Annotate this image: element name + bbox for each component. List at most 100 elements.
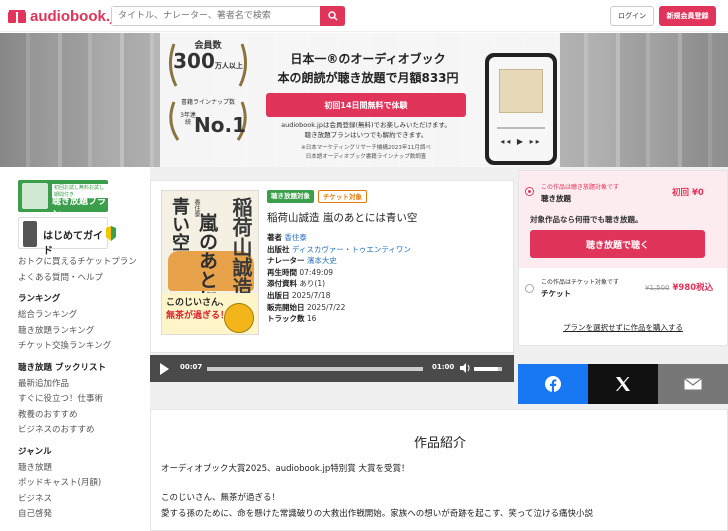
phone-album-art	[499, 69, 543, 113]
share-mail-button[interactable]	[658, 364, 728, 404]
search-icon	[327, 11, 338, 21]
sidebar-heading-booklist: 聴き放題 ブックリスト	[18, 362, 106, 373]
facebook-icon	[545, 376, 561, 392]
lineup-rank: No.1	[194, 113, 246, 137]
attachment-value: あり(1)	[299, 279, 326, 289]
sidebar-item-work-tips[interactable]: すぐに役立つ！仕事術	[18, 392, 148, 408]
opt2-price: ¥1,500 ¥980税込	[645, 283, 714, 293]
cover-subtitle-2: 青い空	[169, 197, 190, 251]
sidebar-item-unlimited-ranking[interactable]: 聴き放題ランキング	[18, 324, 148, 340]
intro-line-3: 愛する孫のために、命を懸けた常識破りの大救出作戦開始。家族への想いが奇跡を起こす…	[161, 509, 593, 519]
intro-line-2: このじいさん、無茶が過ぎる！	[161, 493, 281, 503]
intro-section: 作品紹介 オーディオブック大賞2025、audiobook.jp特別賞 大賞を受…	[150, 409, 728, 531]
saledate-value: 2025/7/22	[306, 302, 346, 312]
cover-author: 香住泰	[193, 199, 200, 217]
sidebar-nav: おトクに買えるチケットプラン よくある質問・ヘルプ ランキング 総合ランキング …	[18, 255, 148, 523]
author-link[interactable]: 香住泰	[284, 233, 307, 242]
login-button[interactable]: ログイン	[610, 6, 654, 26]
sidebar-item-genre-business[interactable]: ビジネス	[18, 492, 148, 508]
sidebar-item-genre-selfhelp[interactable]: 自己啓発	[18, 507, 148, 523]
player-current-time: 00:07	[180, 363, 203, 371]
main-content: 稲荷山誠造 嵐のあとには 青い空 香住泰 このじいさん、 無茶が過ぎる！ 聴き放…	[150, 167, 728, 531]
opt1-name: 聴き放題	[541, 194, 571, 203]
intro-line-1: オーディオブック大賞2025、audiobook.jp特別賞 大賞を受賞！	[161, 464, 410, 474]
purchase-panel: この作品は聴き放題対象です 聴き放題 初回 ¥0 対象作品なら何冊でも聴き放題。…	[518, 170, 728, 346]
share-x-button[interactable]	[588, 364, 658, 404]
sidebar-item-culture[interactable]: 教養のおすすめ	[18, 408, 148, 424]
banner-footnote: ※日本マーケティングリサーチ機構2023年11月調べ 日本語オーディオブック書籍…	[301, 145, 431, 160]
beginner-mark-icon	[106, 226, 116, 241]
tag-ticket: チケット対象	[318, 190, 367, 203]
tag-unlimited: 聴き放題対象	[267, 190, 314, 203]
award-badge: 会員数 300万人以上 書籍ラインナップ数 3年連続 No.1	[166, 36, 250, 152]
book-cover[interactable]: 稲荷山誠造 嵐のあとには 青い空 香住泰 このじいさん、 無茶が過ぎる！	[161, 190, 259, 335]
product-title: 稲荷山誠造 嵐のあとには青い空	[267, 212, 418, 224]
product-tags: 聴き放題対象 チケット対象	[267, 190, 367, 203]
banner-note: audiobook.jpは会員登録(無料)でお楽しみいただけます。 聴き放題プラ…	[281, 121, 451, 139]
share-bar	[518, 364, 728, 404]
sidebar-heading-ranking: ランキング	[18, 294, 61, 304]
banner-title: 日本一®のオーディオブック 本の朗読が聴き放題で月額833円	[277, 52, 459, 85]
pubdate-label: 出版日	[267, 290, 290, 300]
plan-banner[interactable]: 初回お試し無料お試し期間付き 聴き放題プラン	[18, 180, 108, 220]
opt2-name: チケット	[541, 289, 571, 298]
sidebar-item-overall-ranking[interactable]: 総合ランキング	[18, 308, 148, 324]
sidebar-link-ticket-plan[interactable]: おトクに買えるチケットプラン	[18, 255, 148, 271]
guide-banner-title: はじめてガイド	[43, 231, 103, 257]
lineup-label: 書籍ラインナップ数	[180, 99, 235, 106]
player-seek-bar[interactable]	[207, 367, 423, 371]
cover-band-line2: 無茶が過ぎる！	[166, 311, 230, 321]
opt1-caption: この作品は聴き放題対象です	[541, 184, 620, 191]
sidebar-item-ticket-ranking[interactable]: チケット交換ランキング	[18, 339, 148, 355]
sidebar-item-genre-podcast[interactable]: ポッドキャスト(月額)	[18, 476, 148, 492]
buy-without-plan-link[interactable]: プランを選択せずに作品を購入する	[519, 322, 727, 333]
volume-level	[474, 367, 498, 371]
radio-ticket[interactable]	[525, 284, 534, 293]
signup-button[interactable]: 新規会員登録	[659, 6, 716, 26]
author-label: 著者	[267, 233, 282, 242]
guide-banner[interactable]: はじめてガイド	[18, 217, 116, 257]
phone-screen: ◂◂ ▶ ▸▸	[489, 57, 553, 161]
mail-icon	[684, 378, 702, 390]
duration-label: 再生時間	[267, 267, 297, 277]
tracks-value: 16	[306, 314, 317, 324]
play-icon[interactable]	[160, 363, 169, 375]
share-facebook-button[interactable]	[518, 364, 588, 404]
sidebar-item-latest[interactable]: 最新追加作品	[18, 377, 148, 393]
site-logo[interactable]: audiobook.jp	[8, 8, 123, 25]
publisher-link[interactable]: ディスカヴァー・トゥエンティワン	[292, 245, 411, 254]
search-input[interactable]	[112, 7, 321, 25]
cover-title: 稲荷山誠造	[229, 197, 253, 297]
search-button[interactable]	[320, 6, 345, 26]
phone-mockup: ◂◂ ▶ ▸▸	[485, 53, 557, 165]
saledate-label: 販売開始日	[267, 302, 305, 312]
product-card: 稲荷山誠造 嵐のあとには 青い空 香住泰 このじいさん、 無茶が過ぎる！ 聴き放…	[150, 180, 514, 353]
sidebar-item-business-picks[interactable]: ビジネスのおすすめ	[18, 423, 148, 439]
option-unlimited[interactable]: この作品は聴き放題対象です 聴き放題 初回 ¥0 対象作品なら何冊でも聴き放題。…	[519, 171, 727, 268]
free-trial-button[interactable]: 初回14日間無料で体験	[266, 93, 466, 117]
sidebar-item-genre-unlimited[interactable]: 聴き放題	[18, 461, 148, 477]
x-icon	[616, 377, 630, 391]
search-box	[111, 6, 345, 26]
sidebar: 初回お試し無料お試し期間付き 聴き放題プラン はじめてガイド おトクに買えるチケ…	[0, 167, 150, 531]
book-logo-icon	[8, 9, 26, 23]
sidebar-link-help[interactable]: よくある質問・ヘルプ	[18, 271, 148, 287]
intro-title: 作品紹介	[413, 436, 466, 451]
pubdate-value: 2025/7/18	[291, 290, 331, 300]
plan-thumbnail	[22, 183, 48, 209]
opt1-price: 初回 ¥0	[672, 188, 704, 198]
narrator-link[interactable]: 濱本大史	[307, 256, 337, 265]
opt1-description: 対象作品なら何冊でも聴き放題。	[530, 215, 643, 224]
publisher-label: 出版社	[267, 244, 290, 254]
listen-unlimited-button[interactable]: 聴き放題で聴く	[530, 230, 705, 258]
tracks-label: トラック数	[267, 314, 305, 324]
duration-value: 07:49:09	[299, 267, 334, 277]
player-total-time: 01:00	[432, 363, 455, 371]
volume-icon[interactable]	[459, 362, 471, 374]
cover-band-line1: このじいさん、	[166, 298, 230, 308]
radio-unlimited[interactable]	[525, 187, 534, 196]
award-seal-icon	[224, 303, 254, 333]
phone-controls-icon: ◂◂ ▶ ▸▸	[500, 137, 542, 146]
logo-text: audiobook.jp	[30, 8, 124, 25]
site-header: audiobook.jp ログイン 新規会員登録	[0, 0, 728, 32]
